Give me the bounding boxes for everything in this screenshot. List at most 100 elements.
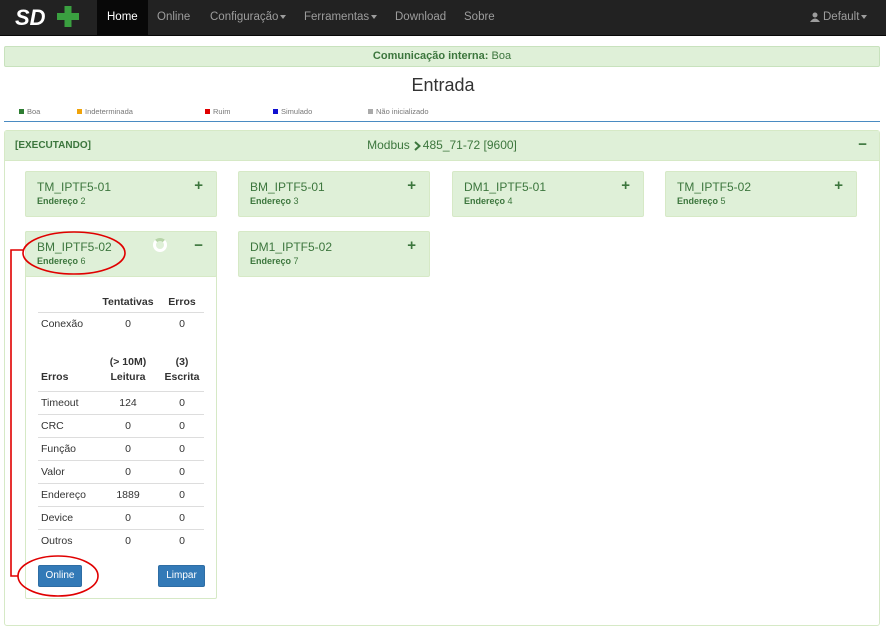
- device-card-tm-iptf5-02[interactable]: TM_IPTF5-02 Endereço 5 +: [665, 171, 857, 217]
- legend-swatch: [77, 109, 82, 114]
- nav-ferramentas[interactable]: Ferramentas: [294, 0, 387, 36]
- row-label: Endereço: [38, 482, 96, 506]
- table-row: Timeout 124 0: [38, 390, 204, 414]
- address-label: Endereço: [677, 196, 719, 206]
- table-row: Device 0 0: [38, 505, 204, 529]
- cell-value: 0: [96, 505, 160, 529]
- device-address: Endereço 6: [37, 256, 86, 266]
- device-name: TM_IPTF5-02: [677, 180, 752, 194]
- table-header: (3): [175, 355, 189, 368]
- comm-status-bar: Comunicação interna: Boa: [4, 46, 880, 67]
- address-label: Endereço: [250, 196, 292, 206]
- expand-button[interactable]: +: [407, 177, 416, 194]
- table-row: Valor 0 0: [38, 459, 204, 483]
- legend-label: Não inicializado: [376, 107, 429, 116]
- address-label: Endereço: [37, 256, 79, 266]
- row-label: Device: [38, 505, 96, 529]
- port-title: Modbus 485_71-72 [9600]: [5, 138, 879, 152]
- comm-value: Boa: [491, 50, 512, 62]
- svg-text:SD: SD: [15, 5, 46, 29]
- row-label: Timeout: [38, 390, 96, 414]
- user-menu[interactable]: Default: [800, 0, 877, 36]
- cell-value: 0: [96, 413, 160, 437]
- device-card-dm1-iptf5-01[interactable]: DM1_IPTF5-01 Endereço 4 +: [452, 171, 644, 217]
- divider: [4, 121, 880, 122]
- expand-button[interactable]: +: [621, 177, 630, 194]
- address-value: 2: [80, 196, 86, 206]
- connection-table: Tentativas Erros Conexão 0 0: [38, 292, 204, 335]
- device-name: DM1_IPTF5-01: [464, 180, 547, 194]
- row-label: Valor: [38, 459, 96, 483]
- expand-button[interactable]: +: [834, 177, 843, 194]
- nav-ferramentas-label: Ferramentas: [304, 11, 370, 23]
- address-value: 5: [720, 196, 726, 206]
- nav-configuracao[interactable]: Configuração: [200, 0, 296, 36]
- device-detail-bm-iptf5-02: BM_IPTF5-02 Endereço 6 − Tentativas Erro…: [25, 231, 217, 599]
- device-address: Endereço 3: [250, 196, 299, 206]
- device-card-dm1-iptf5-02[interactable]: DM1_IPTF5-02 Endereço 7 +: [238, 231, 430, 277]
- table-header: Erros: [41, 370, 69, 383]
- nav-sobre[interactable]: Sobre: [454, 0, 505, 36]
- legend-label: Indeterminada: [85, 107, 133, 116]
- table-header: Tentativas: [102, 295, 154, 308]
- table-header: Escrita: [164, 370, 200, 383]
- cell-value: 124: [96, 390, 160, 414]
- expand-button[interactable]: +: [407, 237, 416, 254]
- collapse-button[interactable]: −: [858, 136, 867, 153]
- clear-button[interactable]: Limpar: [158, 565, 205, 587]
- nav-download[interactable]: Download: [385, 0, 456, 36]
- legend-swatch: [368, 109, 373, 114]
- caret-down-icon: [280, 14, 287, 19]
- cell-value: 0: [160, 413, 204, 437]
- table-row: Função 0 0: [38, 436, 204, 460]
- logo[interactable]: SD: [14, 5, 94, 29]
- cell-value: 0: [96, 311, 160, 335]
- expand-button[interactable]: +: [194, 177, 203, 194]
- chevron-right-icon: [414, 141, 421, 151]
- cell-value: 0: [160, 505, 204, 529]
- device-card-tm-iptf5-01[interactable]: TM_IPTF5-01 Endereço 2 +: [25, 171, 217, 217]
- legend-item-nao-inicializado: Não inicializado: [368, 107, 429, 117]
- table-row: CRC 0 0: [38, 413, 204, 437]
- user-name: Default: [823, 11, 860, 23]
- table-header: [38, 292, 96, 312]
- legend-swatch: [19, 109, 24, 114]
- device-card-bm-iptf5-02[interactable]: BM_IPTF5-02 Endereço 6 −: [25, 231, 217, 277]
- port-label: 485_71-72 [9600]: [422, 138, 517, 152]
- table-row: Outros 0 0: [38, 528, 204, 552]
- table-header: (> 10M): [109, 355, 147, 368]
- caret-down-icon: [861, 14, 868, 19]
- collapse-button[interactable]: −: [194, 237, 203, 254]
- address-value: 3: [293, 196, 299, 206]
- comm-label: Comunicação interna:: [372, 50, 489, 62]
- protocol-label: Modbus: [367, 138, 410, 152]
- nav-home[interactable]: Home: [97, 0, 148, 36]
- loading-spinner-icon: [153, 238, 167, 252]
- port-panel-header[interactable]: [EXECUTANDO] Modbus 485_71-72 [9600] −: [5, 131, 879, 161]
- device-name: DM1_IPTF5-02: [250, 240, 333, 254]
- address-value: 6: [80, 256, 86, 266]
- address-label: Endereço: [37, 196, 79, 206]
- cell-value: 0: [160, 311, 204, 335]
- online-button[interactable]: Online: [38, 565, 82, 587]
- address-value: 4: [507, 196, 513, 206]
- navbar: SD Home Online Configuração Ferramentas …: [0, 0, 886, 36]
- user-icon: [810, 12, 820, 22]
- address-label: Endereço: [464, 196, 506, 206]
- address-label: Endereço: [250, 256, 292, 266]
- cell-value: 0: [96, 528, 160, 552]
- page-title: Entrada: [411, 75, 475, 95]
- device-address: Endereço 7: [250, 256, 299, 266]
- row-label: Outros: [38, 528, 96, 552]
- legend-label: Simulado: [281, 107, 313, 116]
- cell-value: 0: [160, 390, 204, 414]
- cell-value: 1889: [96, 482, 160, 506]
- device-card-bm-iptf5-01[interactable]: BM_IPTF5-01 Endereço 3 +: [238, 171, 430, 217]
- table-row: Conexão 0 0: [38, 311, 204, 335]
- table-header: Leitura: [110, 370, 146, 383]
- device-address: Endereço 5: [677, 196, 726, 206]
- device-name: BM_IPTF5-01: [250, 180, 325, 194]
- cell-value: 0: [96, 436, 160, 460]
- nav-online[interactable]: Online: [147, 0, 200, 36]
- legend-item-indeterminada: Indeterminada: [77, 107, 133, 117]
